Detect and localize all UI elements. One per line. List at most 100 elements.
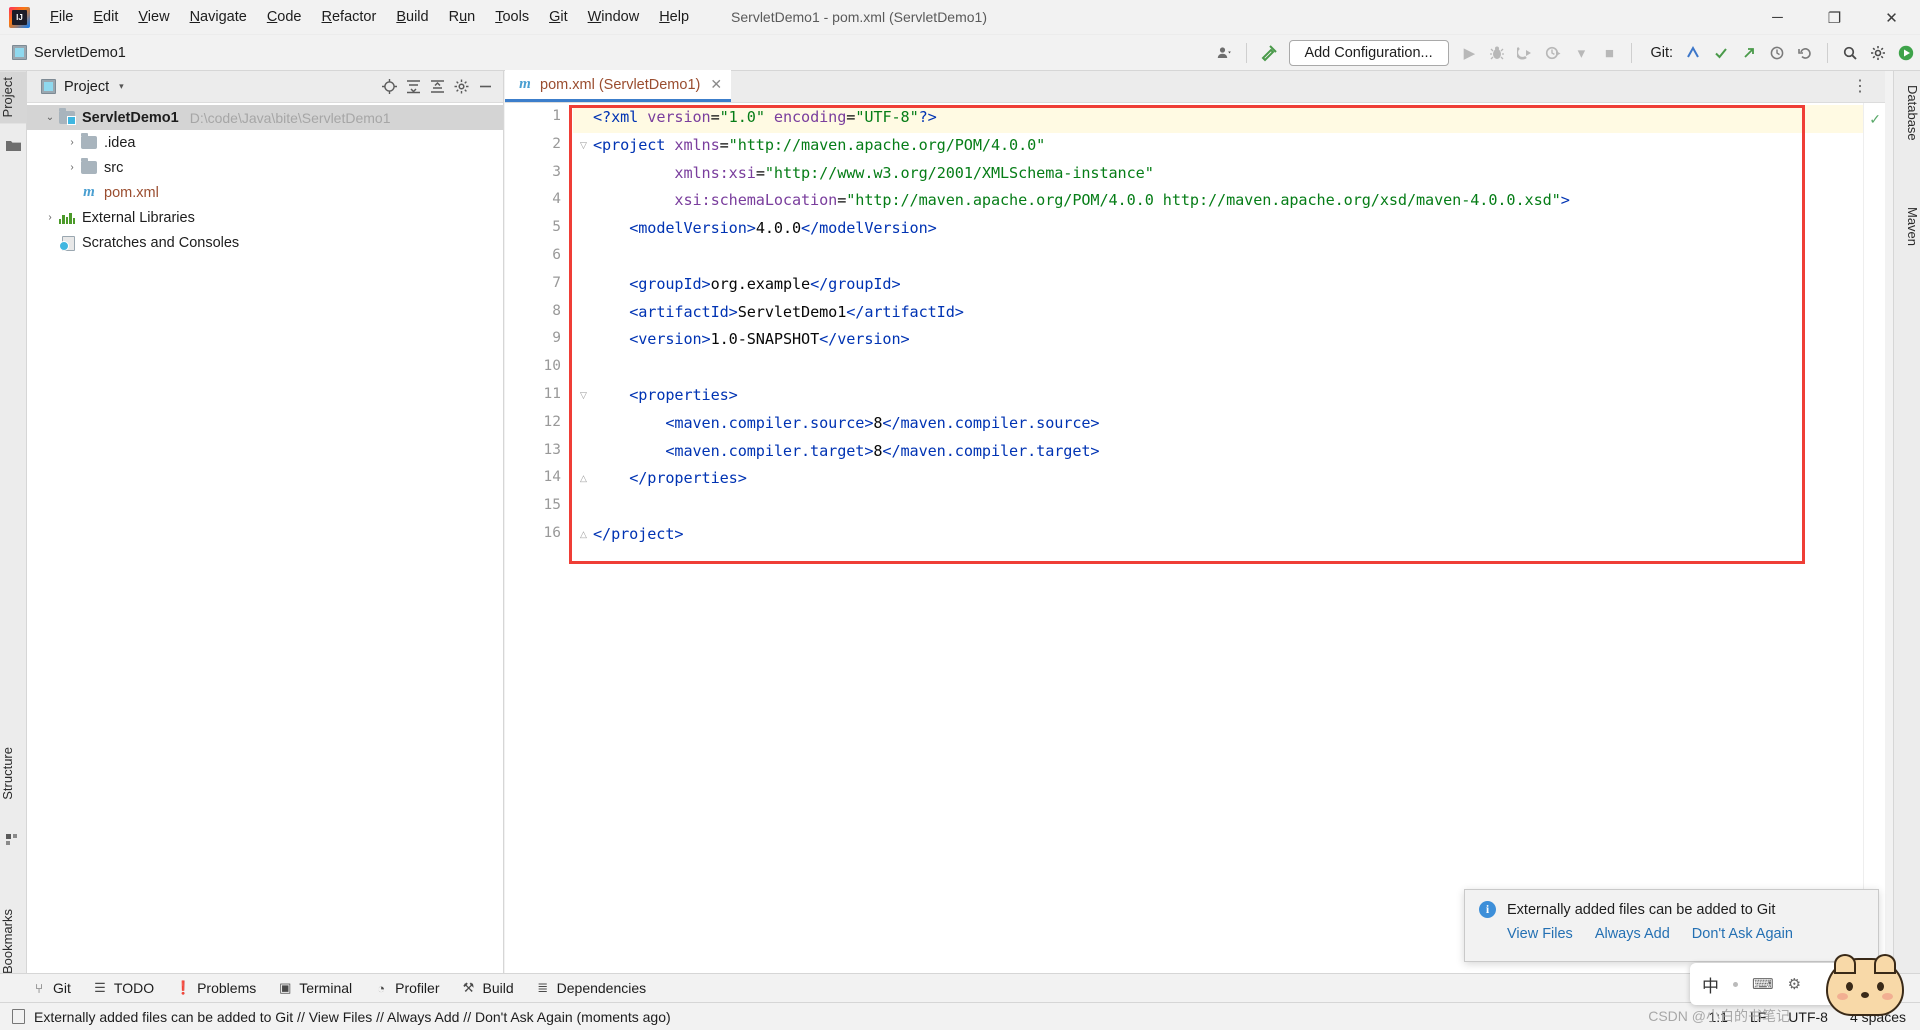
git-rollback-icon[interactable] <box>1792 40 1818 66</box>
tree-twisty-icon[interactable]: ⌄ <box>41 112 59 123</box>
chevron-down-icon[interactable]: ▾ <box>1568 40 1594 66</box>
ide-features-icon[interactable] <box>1893 40 1919 66</box>
menu-window[interactable]: Window <box>578 4 650 30</box>
toolwindow-button-profiler[interactable]: ◔Profiler <box>372 980 439 996</box>
code-fold-icon[interactable]: ▽ <box>578 140 589 151</box>
keyboard-icon[interactable]: ⌨ <box>1752 975 1774 993</box>
git-commit-icon[interactable] <box>1708 40 1734 66</box>
menu-code[interactable]: Code <box>257 4 312 30</box>
debug-icon[interactable] <box>1484 40 1510 66</box>
code-token: "1.0" <box>720 108 765 126</box>
menu-help[interactable]: Help <box>649 4 699 30</box>
code-token: <? <box>593 108 611 126</box>
stripe-button-maven[interactable]: Maven <box>1893 201 1920 252</box>
editor-tab-pom-xml[interactable]: m pom.xml (ServletDemo1) ✕ <box>505 70 731 102</box>
module-folder-icon <box>59 111 75 124</box>
stripe-button-database[interactable]: Database <box>1893 79 1920 147</box>
code-token: = <box>720 136 729 154</box>
code-fold-icon[interactable]: △ <box>578 529 589 540</box>
notification-link-don-t-ask-again[interactable]: Don't Ask Again <box>1692 926 1793 942</box>
ime-language-indicator[interactable]: 中 <box>1702 972 1719 997</box>
tree-node-idea[interactable]: ›.idea <box>27 130 503 155</box>
tree-twisty-icon[interactable]: › <box>63 162 81 173</box>
select-opened-file-icon[interactable] <box>377 75 401 99</box>
menu-edit[interactable]: Edit <box>83 4 128 30</box>
toolwindow-button-git[interactable]: ⑂Git <box>30 980 71 996</box>
structure-icon[interactable] <box>6 833 21 847</box>
git-history-icon[interactable] <box>1764 40 1790 66</box>
tree-node-scratches-and-consoles[interactable]: Scratches and Consoles <box>27 230 503 255</box>
build-hammer-icon: ⚒ <box>460 980 478 996</box>
toolwindow-button-build[interactable]: ⚒Build <box>460 980 514 996</box>
menu-refactor[interactable]: Refactor <box>312 4 387 30</box>
status-message-area[interactable]: Externally added files can be added to G… <box>0 1009 671 1025</box>
toolwindow-button-terminal[interactable]: ▣Terminal <box>276 980 352 996</box>
close-button[interactable]: ✕ <box>1863 0 1920 35</box>
notification-balloon-icon[interactable] <box>12 1009 25 1024</box>
stripe-button-project[interactable]: Project <box>0 71 27 123</box>
line-number: 7 <box>505 275 561 291</box>
code-token: version <box>647 108 710 126</box>
tree-node-external-libraries[interactable]: ›External Libraries <box>27 205 503 230</box>
minimize-button[interactable]: ─ <box>1749 0 1806 35</box>
close-icon[interactable]: ✕ <box>710 76 722 93</box>
project-folder-icon[interactable] <box>6 139 21 153</box>
status-message: Externally added files can be added to G… <box>34 1009 671 1025</box>
stripe-button-bookmarks[interactable]: Bookmarks <box>0 903 27 980</box>
notification-header: i Externally added files can be added to… <box>1479 901 1864 918</box>
notification-link-always-add[interactable]: Always Add <box>1595 926 1670 942</box>
editor-markup-bar[interactable]: ✓ <box>1863 103 1885 992</box>
watermark: CSDN @小白的书笔记 <box>1648 1006 1790 1026</box>
profiler-icon[interactable] <box>1540 40 1566 66</box>
vcs-change-marker <box>569 133 572 553</box>
code-token: </groupId> <box>810 275 900 293</box>
tree-node-servletdemo1[interactable]: ⌄ServletDemo1D:\code\Java\bite\ServletDe… <box>27 105 503 130</box>
add-configuration-button[interactable]: Add Configuration... <box>1289 40 1449 66</box>
code-token <box>593 414 665 432</box>
tree-node-pom-xml[interactable]: mpom.xml <box>27 180 503 205</box>
punctuation-icon[interactable] <box>1733 982 1738 987</box>
dependencies-icon: ≣ <box>534 980 552 996</box>
tree-twisty-icon[interactable]: › <box>41 212 59 223</box>
chevron-down-icon[interactable]: ▾ <box>119 81 124 92</box>
hide-panel-icon[interactable] <box>473 75 497 99</box>
breadcrumb[interactable]: ServletDemo1 <box>12 45 126 61</box>
toolwindow-button-todo[interactable]: ☰TODO <box>91 980 154 996</box>
project-tree: ⌄ServletDemo1D:\code\Java\bite\ServletDe… <box>27 103 503 255</box>
toolwindow-button-problems[interactable]: ❗Problems <box>174 980 256 996</box>
stop-icon[interactable]: ■ <box>1596 40 1622 66</box>
project-tool-window: Project ▾ ⌄ServletDemo1D:\ <box>27 71 504 992</box>
settings-gear-icon[interactable] <box>449 75 473 99</box>
menu-run[interactable]: Run <box>439 4 486 30</box>
maximize-button[interactable]: ❐ <box>1806 0 1863 35</box>
menu-navigate[interactable]: Navigate <box>180 4 257 30</box>
menu-build[interactable]: Build <box>386 4 438 30</box>
menu-git[interactable]: Git <box>539 4 578 30</box>
more-options-icon[interactable]: ⋮ <box>1844 76 1877 96</box>
run-with-coverage-icon[interactable] <box>1512 40 1538 66</box>
expand-all-icon[interactable] <box>401 75 425 99</box>
project-panel-header: Project ▾ <box>27 71 503 103</box>
stripe-button-structure[interactable]: Structure <box>0 741 27 806</box>
run-icon[interactable]: ▶ <box>1456 40 1482 66</box>
code-editor[interactable]: 12345678910111213141516 <?xml version="1… <box>505 103 1885 992</box>
build-hammer-icon[interactable] <box>1256 40 1282 66</box>
code-fold-icon[interactable]: △ <box>578 473 589 484</box>
git-update-icon[interactable] <box>1680 40 1706 66</box>
tree-twisty-icon[interactable]: › <box>63 137 81 148</box>
settings-gear-icon[interactable] <box>1865 40 1891 66</box>
collapse-all-icon[interactable] <box>425 75 449 99</box>
menu-view[interactable]: View <box>128 4 179 30</box>
search-everywhere-icon[interactable] <box>1837 40 1863 66</box>
git-push-icon[interactable] <box>1736 40 1762 66</box>
code-line: <project xmlns="http://maven.apache.org/… <box>593 136 1045 154</box>
notification-link-view-files[interactable]: View Files <box>1507 926 1573 942</box>
code-fold-icon[interactable]: ▽ <box>578 390 589 401</box>
external-libraries-icon <box>59 211 75 224</box>
user-avatar-icon[interactable] <box>1211 40 1237 66</box>
editor-gutter[interactable]: 12345678910111213141516 <box>505 103 573 992</box>
menu-file[interactable]: File <box>40 4 83 30</box>
tree-node-src[interactable]: ›src <box>27 155 503 180</box>
toolwindow-button-dependencies[interactable]: ≣Dependencies <box>534 980 647 996</box>
menu-tools[interactable]: Tools <box>485 4 539 30</box>
